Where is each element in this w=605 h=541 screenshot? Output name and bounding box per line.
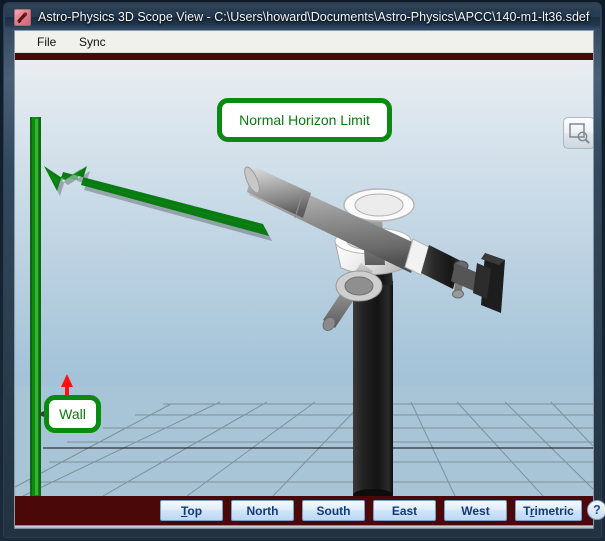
view-button-bar: Top North South East West Trimetric ? [15,496,605,525]
application-window: Astro-Physics 3D Scope View - C:\Users\h… [0,0,605,541]
horizon-limit-callout-label: Normal Horizon Limit [239,112,370,128]
window-title: Astro-Physics 3D Scope View - C:\Users\h… [38,10,590,24]
3d-scope-viewport[interactable]: Normal Horizon Limit Wall [15,53,593,496]
client-bevel [14,525,594,529]
view-north-button[interactable]: North [231,500,294,521]
view-south-button[interactable]: South [302,500,365,521]
wall-object [30,117,41,496]
menu-bar: File Sync [15,31,593,53]
wall-highlight [35,119,38,495]
telescope-app-icon [14,9,31,26]
viewport-top-band [15,53,593,60]
view-west-button[interactable]: West [444,500,507,521]
wall-callout-label: Wall [59,406,86,422]
view-east-button[interactable]: East [373,500,436,521]
view-trimetric-button[interactable]: Trimetric [515,500,582,521]
wall-callout: Wall [44,395,101,433]
horizon-limit-callout: Normal Horizon Limit [217,98,392,142]
telescope-model [244,166,505,496]
zoom-window-icon[interactable] [563,117,593,149]
help-button[interactable]: ? [587,500,605,520]
menu-item-sync[interactable]: Sync [72,33,113,51]
menu-item-file[interactable]: File [30,33,63,51]
title-bar[interactable]: Astro-Physics 3D Scope View - C:\Users\h… [5,4,600,30]
view-top-button[interactable]: Top [160,500,223,521]
